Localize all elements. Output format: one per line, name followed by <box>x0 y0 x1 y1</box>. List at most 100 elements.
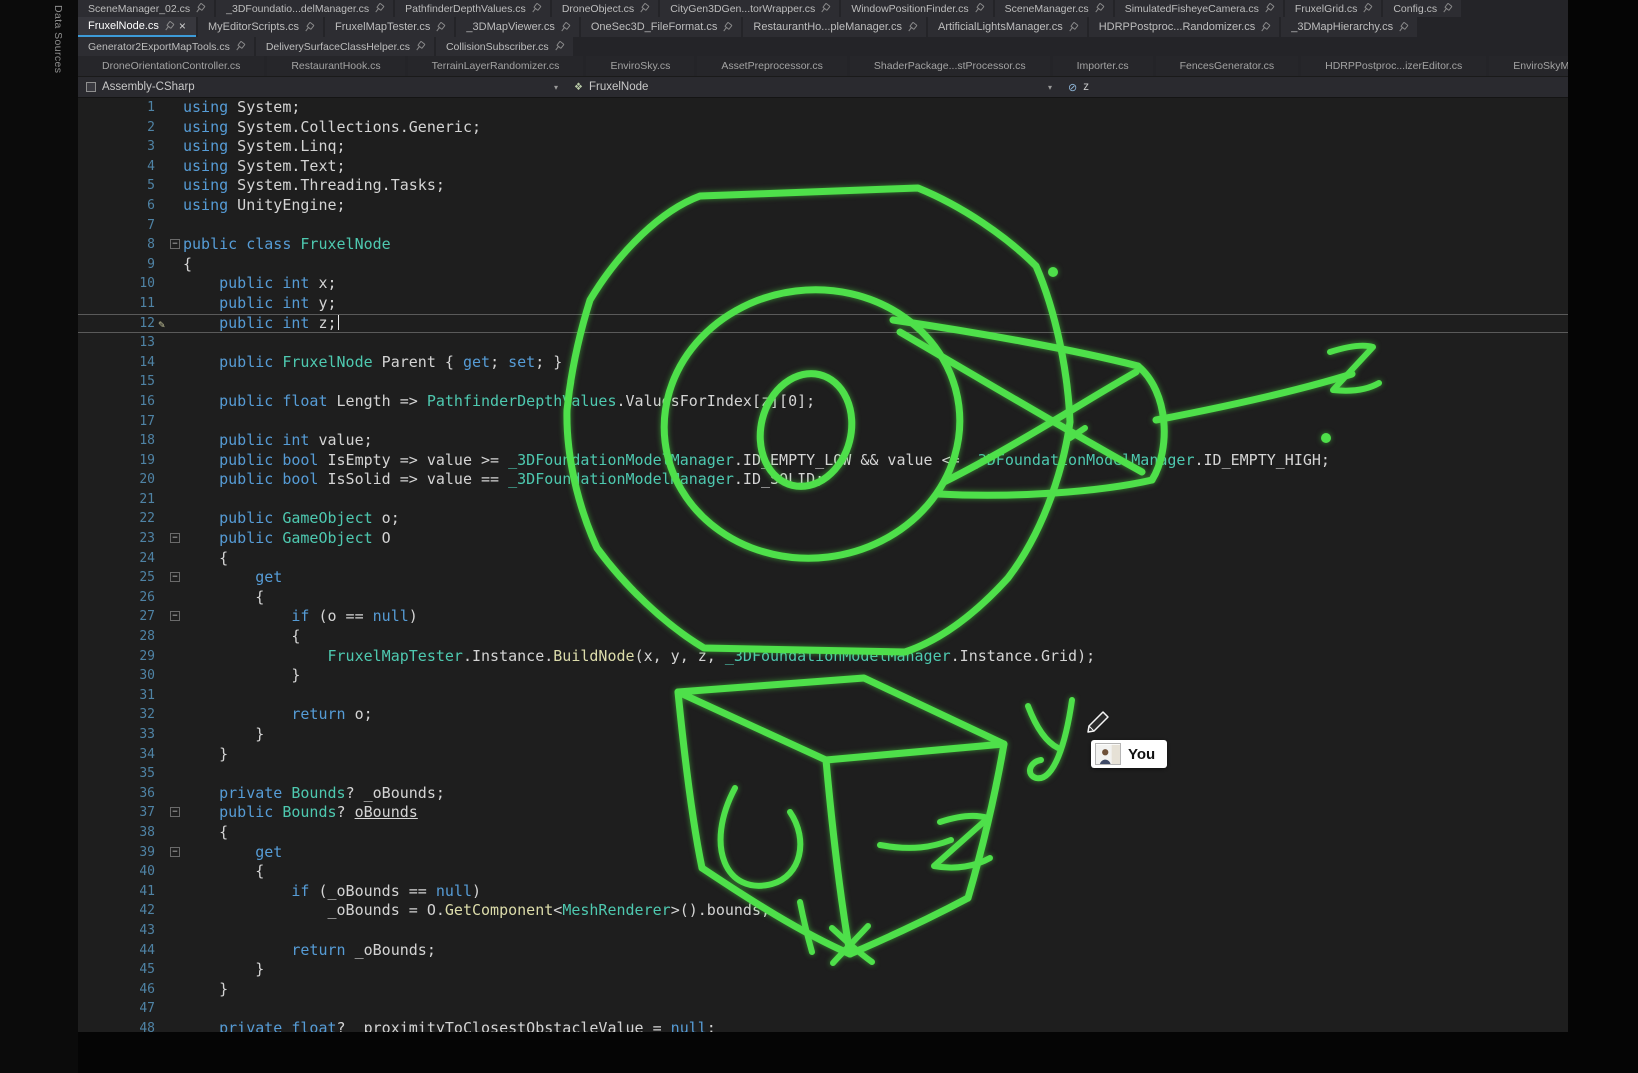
tab[interactable]: FencesGenerator.cs <box>1156 56 1299 76</box>
code-line[interactable]: 21 <box>78 490 1568 510</box>
pin-icon[interactable] <box>528 1 542 15</box>
pin-icon[interactable] <box>1396 20 1410 34</box>
code-line[interactable]: 40 { <box>78 862 1568 882</box>
code-line[interactable]: 1using System; <box>78 98 1568 118</box>
breakpoint-margin[interactable] <box>78 647 128 667</box>
code-line[interactable]: 27− if (o == null) <box>78 607 1568 627</box>
code-line[interactable]: 38 { <box>78 823 1568 843</box>
pin-icon[interactable] <box>1065 20 1079 34</box>
code-line[interactable]: 19 public bool IsEmpty => value >= _3DFo… <box>78 451 1568 471</box>
tab[interactable]: RestaurantHook.cs <box>267 56 404 76</box>
tab[interactable]: HDRPPostproc...izerEditor.cs <box>1301 56 1486 76</box>
breakpoint-margin[interactable] <box>78 901 128 921</box>
code-line[interactable]: 39− get <box>78 843 1568 863</box>
breakpoint-margin[interactable] <box>78 549 128 569</box>
breakpoint-margin[interactable] <box>78 431 128 451</box>
project-dropdown[interactable]: Assembly-CSharp ▾ <box>78 77 566 97</box>
breakpoint-margin[interactable] <box>78 980 128 1000</box>
fold-marker[interactable]: − <box>170 533 180 543</box>
breakpoint-margin[interactable] <box>78 412 128 432</box>
code-line[interactable]: 15 <box>78 372 1568 392</box>
breakpoint-margin[interactable] <box>78 529 128 549</box>
breakpoint-margin[interactable] <box>78 353 128 373</box>
tab[interactable]: HDRPPostproc...Randomizer.cs <box>1089 17 1280 37</box>
breakpoint-margin[interactable] <box>78 862 128 882</box>
breakpoint-margin[interactable] <box>78 882 128 902</box>
tab[interactable]: EnviroSky.cs <box>586 56 694 76</box>
tab[interactable]: SimulatedFisheyeCamera.cs <box>1115 0 1283 17</box>
pin-icon[interactable] <box>193 1 207 15</box>
code-line[interactable]: 4using System.Text; <box>78 157 1568 177</box>
code-line[interactable]: 41 if (_oBounds == null) <box>78 882 1568 902</box>
breakpoint-margin[interactable] <box>78 98 128 118</box>
breakpoint-margin[interactable] <box>78 764 128 784</box>
code-line[interactable]: 8−public class FruxelNode <box>78 235 1568 255</box>
tab[interactable]: SceneManager.cs <box>995 0 1113 17</box>
tab[interactable]: Importer.cs <box>1053 56 1153 76</box>
tab[interactable]: FruxelMapTester.cs <box>325 17 454 37</box>
breakpoint-margin[interactable] <box>78 784 128 804</box>
breakpoint-margin[interactable] <box>78 960 128 980</box>
breakpoint-margin[interactable] <box>78 294 128 314</box>
breakpoint-margin[interactable] <box>78 216 128 236</box>
breakpoint-margin[interactable] <box>78 509 128 529</box>
tab[interactable]: _3DMapHierarchy.cs <box>1281 17 1417 37</box>
fold-marker[interactable]: − <box>170 611 180 621</box>
tab[interactable]: DeliverySurfaceClassHelper.cs <box>256 37 434 56</box>
breakpoint-margin[interactable] <box>78 176 128 196</box>
pin-icon[interactable] <box>971 1 985 15</box>
pin-icon[interactable] <box>557 20 571 34</box>
pin-icon[interactable] <box>433 20 447 34</box>
breakpoint-margin[interactable] <box>78 314 128 334</box>
code-line[interactable]: 42 _oBounds = O.GetComponent<MeshRendere… <box>78 901 1568 921</box>
tab[interactable]: ArtificialLightsManager.cs <box>928 17 1087 37</box>
code-line[interactable]: 29 FruxelMapTester.Instance.BuildNode(x,… <box>78 647 1568 667</box>
code-line[interactable]: 30 } <box>78 666 1568 686</box>
breakpoint-margin[interactable] <box>78 725 128 745</box>
code-line[interactable]: 22 public GameObject o; <box>78 509 1568 529</box>
code-line[interactable]: 12✎ public int z; <box>78 314 1568 334</box>
tab[interactable]: TerrainLayerRandomizer.cs <box>408 56 584 76</box>
breakpoint-margin[interactable] <box>78 157 128 177</box>
tab[interactable]: EnviroSkyMgr.cs <box>1489 56 1568 76</box>
tab[interactable]: SceneManager_02.cs <box>78 0 214 17</box>
data-sources-tab[interactable]: Data Sources <box>52 5 64 73</box>
tab[interactable]: PathfinderDepthValues.cs <box>395 0 550 17</box>
code-line[interactable]: 45 } <box>78 960 1568 980</box>
pin-icon[interactable] <box>1091 1 1105 15</box>
code-line[interactable]: 11 public int y; <box>78 294 1568 314</box>
tab[interactable]: CollisionSubscriber.cs <box>436 37 573 56</box>
breakpoint-margin[interactable] <box>78 705 128 725</box>
code-line[interactable]: 14 public FruxelNode Parent { get; set; … <box>78 353 1568 373</box>
pin-icon[interactable] <box>302 20 316 34</box>
code-editor[interactable]: 1using System;2using System.Collections.… <box>78 98 1568 1032</box>
tab[interactable]: Generator2ExportMapTools.cs <box>78 37 254 56</box>
pin-icon[interactable] <box>905 20 919 34</box>
breakpoint-margin[interactable] <box>78 274 128 294</box>
code-line[interactable]: 20 public bool IsSolid => value == _3DFo… <box>78 470 1568 490</box>
breakpoint-margin[interactable] <box>78 235 128 255</box>
breakpoint-margin[interactable] <box>78 392 128 412</box>
code-line[interactable]: 16 public float Length => PathfinderDept… <box>78 392 1568 412</box>
tab[interactable]: OneSec3D_FileFormat.cs <box>581 17 742 37</box>
code-line[interactable]: 5using System.Threading.Tasks; <box>78 176 1568 196</box>
tab[interactable]: WindowPositionFinder.cs <box>841 0 992 17</box>
breakpoint-margin[interactable] <box>78 843 128 863</box>
code-line[interactable]: 10 public int x; <box>78 274 1568 294</box>
code-line[interactable]: 7 <box>78 216 1568 236</box>
fold-marker[interactable]: − <box>170 847 180 857</box>
tab[interactable]: RestaurantHo...pleManager.cs <box>743 17 926 37</box>
tab[interactable]: ShaderPackage...stProcessor.cs <box>850 56 1050 76</box>
breakpoint-margin[interactable] <box>78 588 128 608</box>
breakpoint-margin[interactable] <box>78 333 128 353</box>
pin-icon[interactable] <box>161 19 175 33</box>
breakpoint-margin[interactable] <box>78 118 128 138</box>
pin-icon[interactable] <box>1261 1 1275 15</box>
close-icon[interactable]: × <box>179 19 186 33</box>
pin-icon[interactable] <box>818 1 832 15</box>
fold-marker[interactable]: − <box>170 572 180 582</box>
code-line[interactable]: 3using System.Linq; <box>78 137 1568 157</box>
member-dropdown[interactable]: ⊘ z <box>1060 77 1568 97</box>
breakpoint-margin[interactable] <box>78 823 128 843</box>
code-line[interactable]: 28 { <box>78 627 1568 647</box>
